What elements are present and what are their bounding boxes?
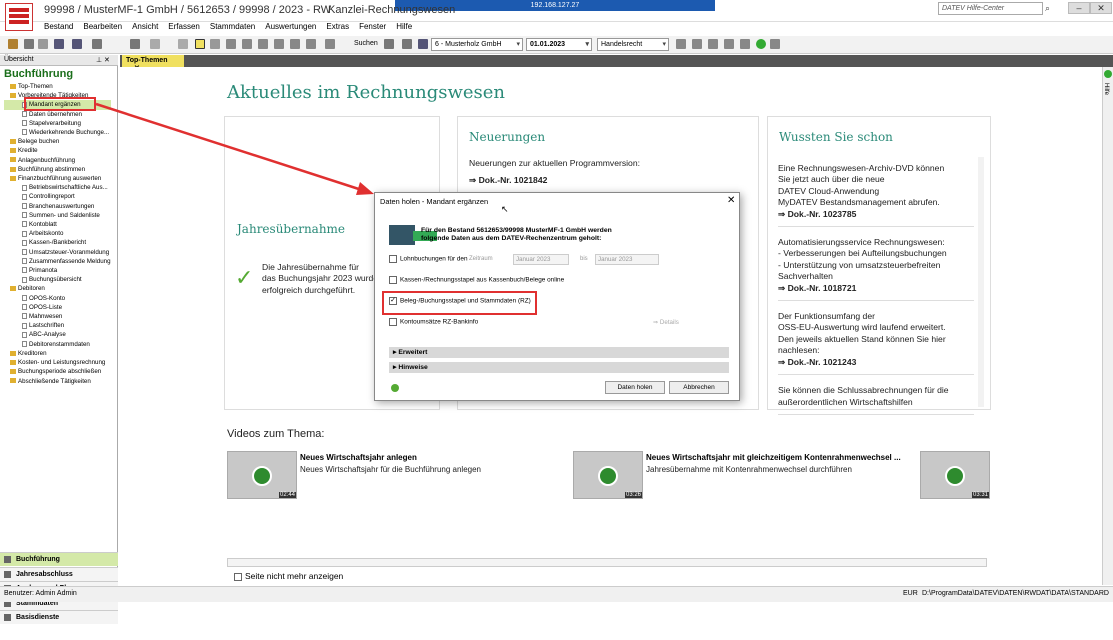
cancel-button[interactable]: Abbrechen [669, 381, 729, 394]
help-icon[interactable] [391, 384, 399, 392]
checkbox[interactable] [389, 276, 397, 284]
nav-label: Basisdienste [16, 614, 60, 621]
option-lohn[interactable]: Lohnbuchungen für den [389, 255, 468, 263]
status-user: Benutzer: Admin Admin [4, 590, 77, 597]
option-konto[interactable]: Kontoumsätze RZ-Bankinfo [389, 318, 478, 326]
dialog-close-icon[interactable]: ✕ [727, 195, 735, 206]
section-hinweise[interactable]: ▸ Hinweise [389, 362, 729, 373]
section-label: Hinweise [398, 364, 428, 371]
fetch-button[interactable]: Daten holen [605, 381, 665, 394]
dialog-title: Daten holen - Mandant ergänzen [380, 197, 489, 206]
status-path: D:\ProgramData\DATEV\DATEN\RWDAT\DATA\ST… [922, 590, 1109, 597]
details-label[interactable]: Details [660, 319, 679, 326]
nav-item[interactable]: Basisdienste [0, 610, 118, 624]
details-link[interactable]: ⇒ Details [653, 319, 679, 326]
to-select[interactable]: Januar 2023 [595, 254, 659, 265]
section-erweitert[interactable]: ▸ Erweitert [389, 347, 729, 358]
header-line-1: Für den Bestand 5612653/99998 MusterMF-1… [421, 227, 612, 234]
highlight-beleg [382, 291, 537, 315]
download-icon [389, 225, 415, 245]
section-label: Erweitert [398, 349, 428, 356]
status-currency: EUR [903, 590, 918, 597]
status-bar: Benutzer: Admin Admin EUR D:\ProgramData… [0, 586, 1113, 602]
option-kassen[interactable]: Kassen-/Rechnungsstapel aus Kassenbuch/B… [389, 276, 564, 284]
bis-label: bis [580, 256, 588, 262]
cursor-icon: ↖ [501, 204, 509, 214]
nav-icon [4, 614, 11, 621]
zeitraum-label: Zeitraum [469, 256, 493, 262]
dialog-header: Für den Bestand 5612653/99998 MusterMF-1… [421, 227, 721, 243]
option-label: Kassen-/Rechnungsstapel aus Kassenbuch/B… [400, 276, 565, 284]
checkbox[interactable] [389, 255, 397, 263]
option-label: Kontoumsätze RZ-Bankinfo [400, 318, 479, 326]
checkbox[interactable] [389, 318, 397, 326]
from-select[interactable]: Januar 2023 [513, 254, 569, 265]
option-label: Lohnbuchungen für den [400, 255, 468, 263]
header-line-2: folgende Daten aus dem DATEV-Rechenzentr… [421, 235, 602, 242]
